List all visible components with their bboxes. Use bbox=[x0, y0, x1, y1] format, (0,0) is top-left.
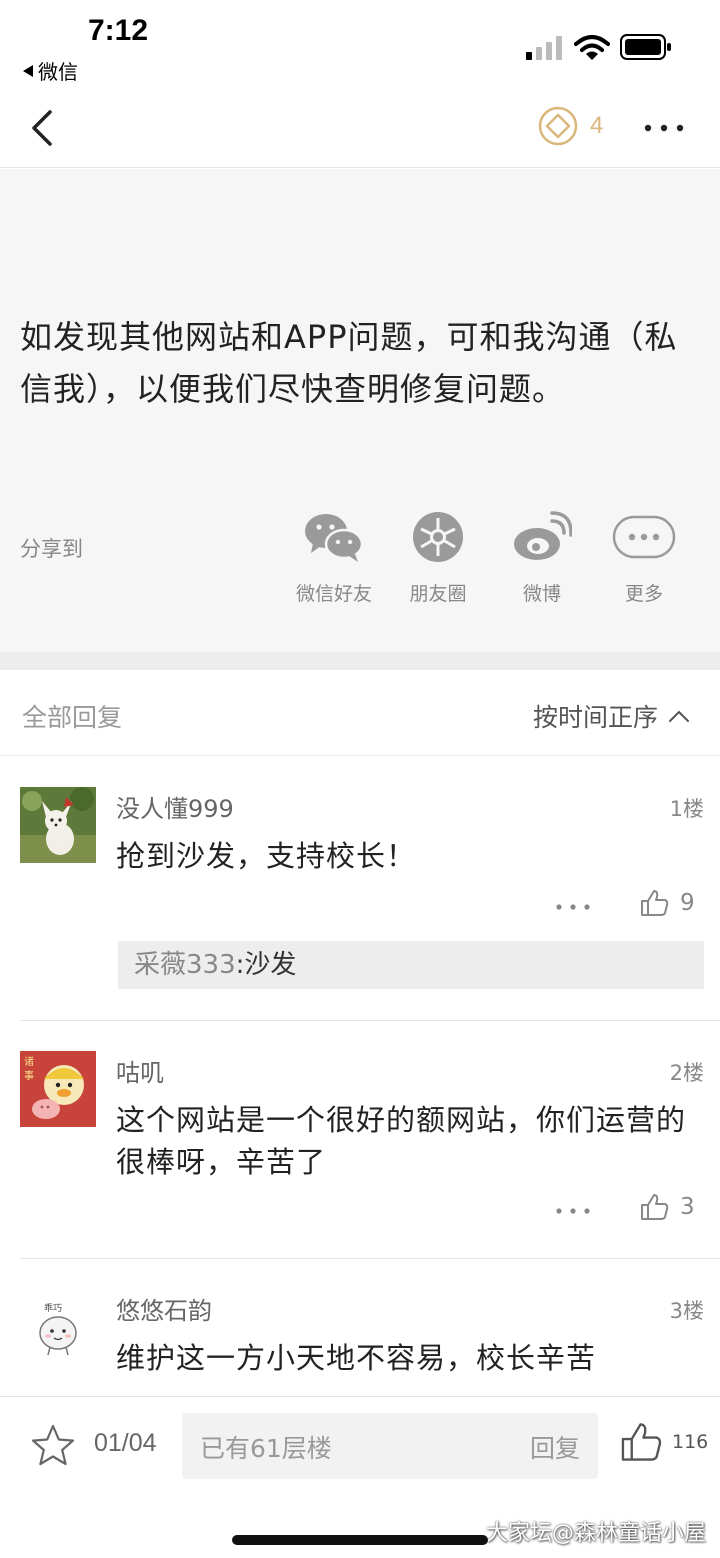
share-moments-label: 朋友圈 bbox=[409, 583, 467, 605]
more-dots-icon[interactable] bbox=[640, 110, 688, 146]
reply-floor: 3楼 bbox=[669, 1299, 704, 1323]
reply-more-icon[interactable] bbox=[552, 1201, 594, 1221]
reply-input[interactable]: 已有61层楼 回复 bbox=[182, 1413, 598, 1479]
chevron-up-icon bbox=[669, 711, 689, 722]
replies-title: 全部回复 bbox=[22, 703, 123, 732]
subreply-user[interactable]: 采薇333 bbox=[134, 950, 236, 980]
thumbs-up-icon bbox=[621, 1423, 662, 1461]
reply-send-button[interactable]: 回复 bbox=[530, 1429, 580, 1465]
home-indicator[interactable] bbox=[232, 1535, 488, 1545]
reply-like-count: 9 bbox=[680, 890, 695, 916]
svg-text:事: 事 bbox=[24, 1069, 34, 1082]
reply-floor: 1楼 bbox=[669, 797, 704, 821]
reply-like-button[interactable]: 9 bbox=[640, 889, 695, 917]
nav-bar: 4 bbox=[0, 90, 720, 168]
reply-like-button[interactable]: 3 bbox=[640, 1193, 695, 1221]
reply-author[interactable]: 咕叽 bbox=[116, 1053, 164, 1088]
share-wechat-label: 微信好友 bbox=[295, 583, 372, 605]
article-section: 如发现其他网站和APP问题，可和我沟通（私信我），以便我们尽快查明修复问题。 分… bbox=[0, 169, 720, 652]
svg-text:诸: 诸 bbox=[24, 1056, 34, 1068]
coin-button[interactable]: 4 bbox=[538, 106, 603, 146]
star-icon[interactable] bbox=[30, 1423, 76, 1469]
status-bar: 7:12 微信 bbox=[0, 0, 720, 90]
subreply[interactable]: 采薇333:沙发 bbox=[118, 941, 704, 989]
share-weibo-button[interactable]: 微博 bbox=[490, 505, 594, 606]
reply-input-placeholder: 已有61层楼 bbox=[200, 1434, 332, 1463]
reply-body: 这个网站是一个很好的额网站，你们运营的很棒呀，辛苦了 bbox=[116, 1103, 687, 1179]
svg-text:乖巧: 乖巧 bbox=[44, 1302, 62, 1314]
reply-author[interactable]: 悠悠石韵 bbox=[116, 1291, 212, 1326]
share-label: 分享到 bbox=[20, 537, 83, 561]
reply-body: 抢到沙发，支持校长！ bbox=[116, 839, 417, 873]
avatar[interactable]: 诸 事 bbox=[20, 1051, 96, 1127]
sort-label: 按时间正序 bbox=[532, 703, 658, 732]
back-triangle-icon bbox=[22, 59, 34, 83]
watermark: 大家坛@森林童话小屋 bbox=[485, 1521, 706, 1546]
like-total-count: 116 bbox=[672, 1431, 709, 1453]
reply-item: 诸 事 咕叽 2楼 这个网站是一个很好的额网站，你们运营的很棒呀，辛苦了 3 bbox=[0, 1021, 720, 1259]
reply-like-count: 3 bbox=[680, 1194, 695, 1220]
reply-more-icon[interactable] bbox=[552, 897, 594, 917]
like-post-button[interactable]: 116 bbox=[620, 1421, 708, 1463]
status-back-to-app[interactable]: 微信 bbox=[22, 56, 78, 85]
coin-count: 4 bbox=[590, 112, 604, 139]
reply-item: 乖巧 悠悠石韵 3楼 维护这一方小天地不容易，校长辛苦 bbox=[0, 1259, 720, 1396]
thumbs-up-icon bbox=[641, 1194, 669, 1220]
signal-icon bbox=[526, 36, 562, 60]
sort-button[interactable]: 按时间正序 bbox=[533, 698, 690, 734]
more-icon bbox=[612, 505, 676, 569]
reply-item: 没人懂999 1楼 抢到沙发，支持校长！ 9 采薇333:沙发 bbox=[0, 757, 720, 1021]
thumbs-up-icon bbox=[641, 890, 669, 916]
wechat-icon bbox=[302, 505, 366, 569]
avatar[interactable]: 乖巧 bbox=[20, 1289, 96, 1365]
share-weibo-label: 微博 bbox=[522, 583, 561, 605]
replies-header: 全部回复 按时间正序 bbox=[0, 670, 720, 756]
weibo-icon bbox=[510, 505, 574, 569]
avatar[interactable] bbox=[20, 787, 96, 863]
reply-body: 维护这一方小天地不容易，校长辛苦 bbox=[116, 1341, 597, 1375]
section-divider bbox=[0, 652, 720, 670]
reply-floor: 2楼 bbox=[669, 1061, 704, 1085]
share-more-button[interactable]: 更多 bbox=[592, 505, 696, 606]
share-more-label: 更多 bbox=[624, 583, 663, 605]
battery-icon bbox=[620, 34, 671, 60]
status-time: 7:12 bbox=[88, 14, 149, 47]
status-back-label: 微信 bbox=[38, 60, 78, 84]
bottom-bar: 01/04 已有61层楼 回复 116 大家坛@森林童话小屋 bbox=[0, 1396, 720, 1558]
reply-author[interactable]: 没人懂999 bbox=[116, 789, 234, 824]
article-text: 如发现其他网站和APP问题，可和我沟通（私信我），以便我们尽快查明修复问题。 bbox=[20, 318, 678, 408]
share-wechat-button[interactable]: 微信好友 bbox=[282, 505, 386, 606]
share-moments-button[interactable]: 朋友圈 bbox=[386, 505, 490, 606]
subreply-text: :沙发 bbox=[235, 950, 297, 980]
moments-icon bbox=[406, 505, 470, 569]
chevron-left-icon[interactable] bbox=[26, 106, 66, 150]
page-indicator[interactable]: 01/04 bbox=[94, 1429, 157, 1458]
wifi-icon bbox=[574, 35, 610, 60]
coin-icon bbox=[538, 106, 578, 146]
